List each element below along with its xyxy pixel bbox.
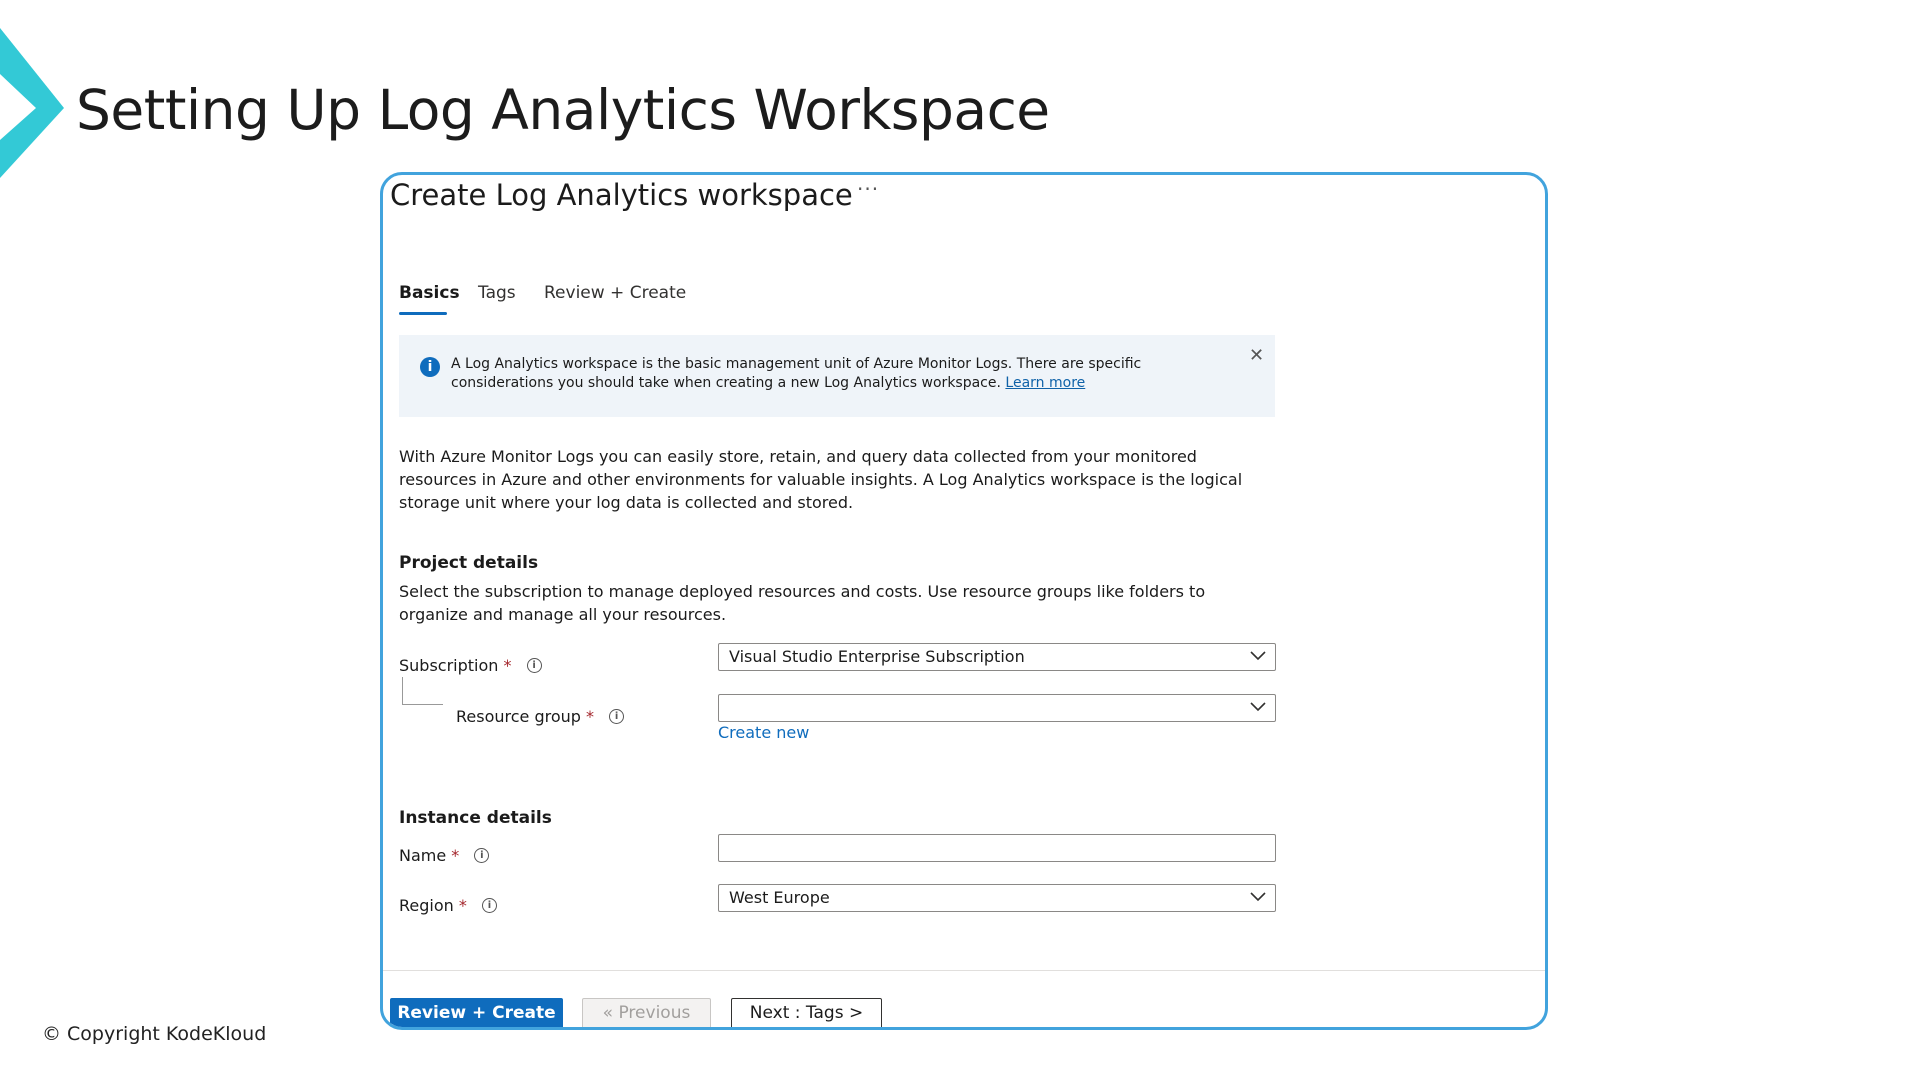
tree-connector <box>402 677 443 705</box>
chevron-down-icon <box>1250 892 1266 902</box>
name-input[interactable] <box>718 834 1276 862</box>
close-icon[interactable]: ✕ <box>1249 345 1264 366</box>
next-tags-button[interactable]: Next : Tags > <box>731 998 882 1027</box>
panel-title: Create Log Analytics workspace <box>390 178 853 212</box>
tab-review-create[interactable]: Review + Create <box>544 280 686 306</box>
info-circle-icon[interactable]: i <box>481 898 497 913</box>
create-workspace-panel: Create Log Analytics workspace ··· Basic… <box>380 172 1548 1030</box>
resource-group-dropdown[interactable] <box>718 694 1276 722</box>
chevron-down-icon <box>1250 651 1266 661</box>
previous-button[interactable]: « Previous <box>582 998 711 1027</box>
subscription-dropdown[interactable]: Visual Studio Enterprise Subscription <box>718 643 1276 671</box>
info-circle-icon[interactable]: i <box>474 848 490 863</box>
project-details-description: Select the subscription to manage deploy… <box>399 582 1206 624</box>
active-tab-indicator <box>399 312 447 315</box>
subscription-label-text: Subscription <box>399 656 499 675</box>
instance-details-heading: Instance details <box>399 808 552 828</box>
slide-accent-chevron <box>0 28 64 178</box>
region-label: Region * i <box>399 895 497 917</box>
name-label-text: Name <box>399 846 447 865</box>
info-banner: i A Log Analytics workspace is the basic… <box>399 335 1275 417</box>
footer-divider <box>383 970 1545 971</box>
resource-group-label: Resource group * i <box>456 706 625 728</box>
required-mark: * <box>586 707 595 726</box>
info-icon: i <box>420 357 440 377</box>
resource-group-label-text: Resource group <box>456 707 581 726</box>
required-mark: * <box>451 846 460 865</box>
more-options-icon[interactable]: ··· <box>857 177 879 201</box>
info-banner-text: A Log Analytics workspace is the basic m… <box>451 355 1241 393</box>
tab-tags[interactable]: Tags <box>478 280 516 306</box>
info-circle-icon[interactable]: i <box>609 709 625 724</box>
chevron-down-icon <box>1250 702 1266 712</box>
copyright-text: © Copyright KodeKloud <box>42 1023 267 1045</box>
subscription-label: Subscription * i <box>399 655 542 677</box>
subscription-value: Visual Studio Enterprise Subscription <box>729 647 1025 666</box>
info-circle-icon[interactable]: i <box>526 658 542 673</box>
review-create-button[interactable]: Review + Create <box>390 998 563 1027</box>
name-label: Name * i <box>399 845 490 867</box>
region-dropdown[interactable]: West Europe <box>718 884 1276 912</box>
learn-more-link[interactable]: Learn more <box>1005 375 1085 391</box>
intro-text: With Azure Monitor Logs you can easily s… <box>399 447 1243 512</box>
project-details-heading: Project details <box>399 553 539 573</box>
region-value: West Europe <box>729 888 830 907</box>
create-new-link[interactable]: Create new <box>718 723 809 742</box>
slide-title: Setting Up Log Analytics Workspace <box>76 78 1050 142</box>
region-label-text: Region <box>399 896 454 915</box>
required-mark: * <box>458 896 467 915</box>
required-mark: * <box>503 656 512 675</box>
tab-basics[interactable]: Basics <box>399 280 460 306</box>
